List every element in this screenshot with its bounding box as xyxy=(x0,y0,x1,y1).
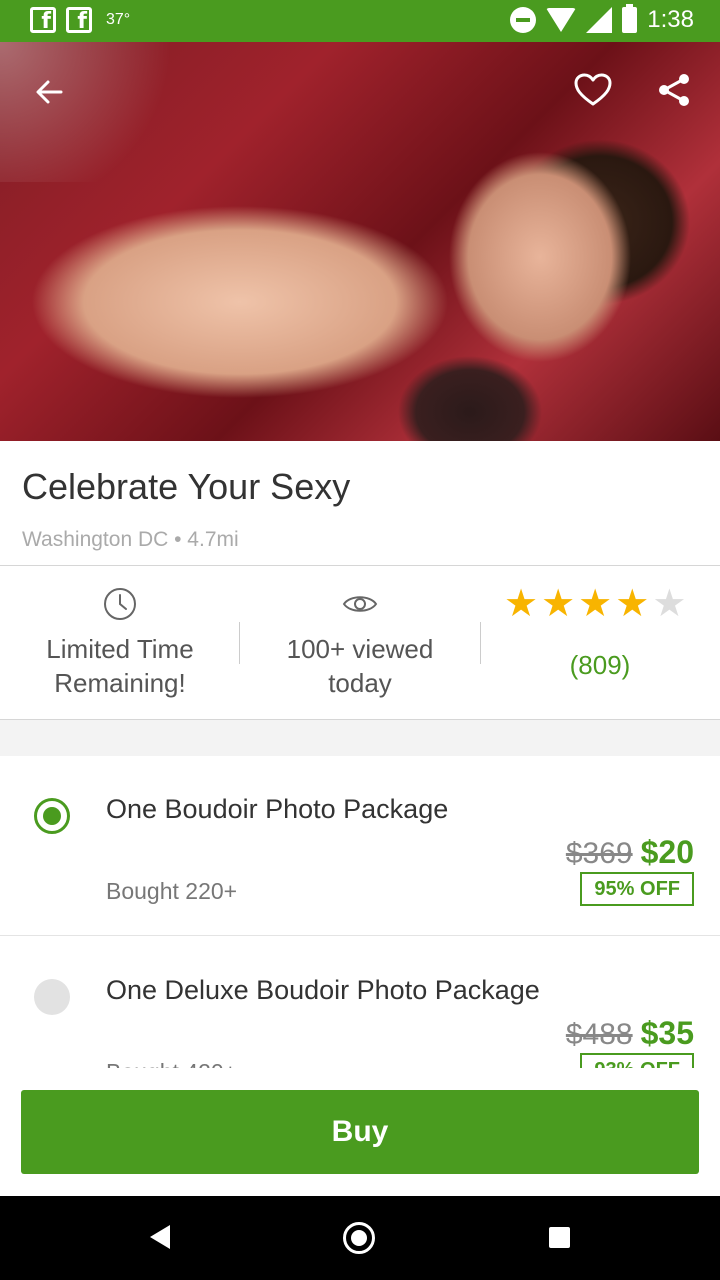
deal-stats: Limited Time Remaining! 100+ viewed toda… xyxy=(0,566,720,720)
stat-viewed-line2: today xyxy=(328,668,392,698)
heart-icon xyxy=(574,73,612,106)
option-radio-selected[interactable] xyxy=(34,798,70,834)
clock: 1:38 xyxy=(647,6,694,33)
nav-back-icon[interactable] xyxy=(150,1225,170,1249)
original-price: $488 xyxy=(565,1018,633,1051)
option-price: $369 $20 xyxy=(566,834,694,871)
deal-hero-image xyxy=(0,42,720,441)
deal-location: Washington DC • 4.7mi xyxy=(22,528,239,551)
facebook-notification-icon xyxy=(30,7,56,34)
clock-icon xyxy=(104,588,136,620)
buy-bar: Buy xyxy=(0,1068,720,1196)
original-price: $369 xyxy=(565,837,633,870)
deal-title: Celebrate Your Sexy xyxy=(22,466,351,507)
star-filled-icon: ★ xyxy=(504,583,539,625)
option-price: $488 $35 xyxy=(566,1015,694,1052)
stat-viewed-line1: 100+ viewed xyxy=(286,634,434,664)
section-spacer xyxy=(0,720,720,756)
favorite-button[interactable] xyxy=(565,62,621,118)
back-button[interactable] xyxy=(21,64,77,120)
sale-price: $20 xyxy=(640,834,694,870)
system-nav-bar xyxy=(0,1196,720,1280)
wifi-icon xyxy=(546,8,577,32)
rating-count: (809) xyxy=(569,650,631,680)
status-bar: 37° 1:38 xyxy=(0,0,720,42)
temperature: 37° xyxy=(106,11,131,28)
do-not-disturb-icon xyxy=(510,7,537,33)
eye-icon xyxy=(342,596,378,612)
stat-time-line1: Limited Time xyxy=(46,634,194,664)
stat-time-remaining: Limited Time Remaining! xyxy=(0,566,240,720)
facebook-notification-icon xyxy=(66,7,92,34)
star-filled-icon: ★ xyxy=(615,583,650,625)
nav-home-icon[interactable] xyxy=(343,1222,375,1254)
stat-viewed: 100+ viewed today xyxy=(240,566,480,720)
share-icon xyxy=(659,74,689,106)
star-rating: ★ ★ ★ ★ ★ xyxy=(504,584,686,624)
discount-badge: 95% OFF xyxy=(580,872,694,906)
option-radio-unselected[interactable] xyxy=(34,979,70,1015)
buy-button[interactable]: Buy xyxy=(21,1090,699,1174)
star-empty-icon: ★ xyxy=(652,583,687,625)
deal-option[interactable]: One Boudoir Photo Package Bought 220+ $3… xyxy=(0,756,720,936)
stat-rating[interactable]: ★ ★ ★ ★ ★ (809) xyxy=(480,566,720,720)
nav-recents-icon[interactable] xyxy=(549,1227,570,1248)
sale-price: $35 xyxy=(640,1015,694,1051)
option-title: One Boudoir Photo Package xyxy=(106,794,449,824)
option-bought-count: Bought 220+ xyxy=(106,878,238,904)
battery-icon xyxy=(622,4,638,33)
stat-time-line2: Remaining! xyxy=(54,668,186,698)
share-button[interactable] xyxy=(646,62,702,118)
back-arrow-icon xyxy=(36,80,63,104)
signal-icon xyxy=(586,7,613,33)
star-filled-icon: ★ xyxy=(541,583,576,625)
star-filled-icon: ★ xyxy=(578,583,613,625)
option-title: One Deluxe Boudoir Photo Package xyxy=(106,975,540,1005)
